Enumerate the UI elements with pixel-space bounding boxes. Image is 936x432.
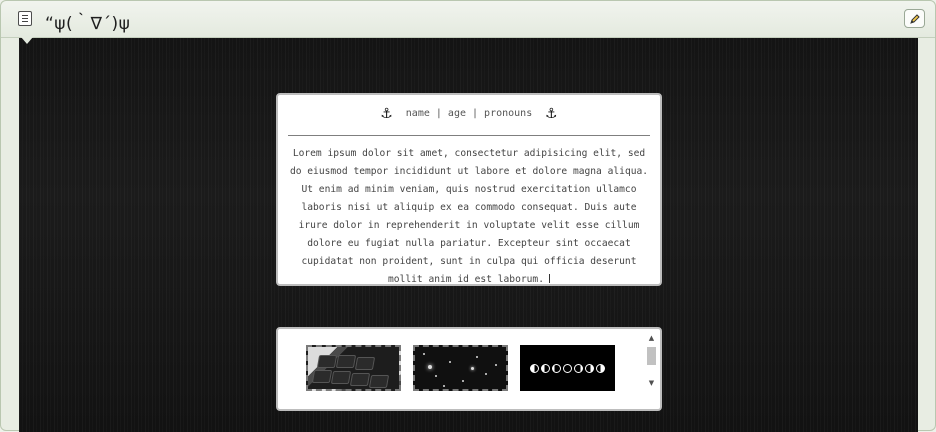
scroll-down-icon[interactable]: ▼: [645, 378, 658, 388]
edit-button[interactable]: [904, 9, 925, 28]
gallery-scrollbar[interactable]: ▲ ▼: [645, 333, 658, 390]
anchor-icon: ⚓: [381, 103, 392, 123]
starry-sky-thumbnail[interactable]: [413, 345, 508, 391]
card-divider: [288, 135, 650, 136]
text-cursor: [548, 274, 550, 283]
header-pointer: [21, 37, 33, 44]
keyboard-thumbnail[interactable]: [306, 345, 401, 391]
scroll-up-icon[interactable]: ▲: [645, 333, 658, 343]
profile-info-card: ⚓ name | age | pronouns ⚓ Lorem ipsum do…: [276, 93, 662, 286]
profile-window: “ψ(｀∇´)ψ ⚓ name | age | pronouns ⚓ Lorem…: [0, 0, 936, 432]
scroll-thumb[interactable]: [647, 347, 656, 365]
image-gallery-card: ▲ ▼: [276, 327, 662, 411]
lorem-ipsum-text: Lorem ipsum dolor sit amet, consectetur …: [289, 148, 649, 285]
card-body: Lorem ipsum dolor sit amet, consectetur …: [287, 145, 651, 289]
anchor-icon: ⚓: [546, 103, 557, 123]
profile-content-area: ⚓ name | age | pronouns ⚓ Lorem ipsum do…: [19, 38, 918, 432]
card-heading: ⚓ name | age | pronouns ⚓: [278, 105, 660, 122]
pencil-icon: [909, 13, 920, 24]
profile-header: “ψ(｀∇´)ψ: [1, 1, 935, 38]
name-age-pronouns-text: name | age | pronouns: [405, 108, 533, 119]
moon-phases-thumbnail[interactable]: [520, 345, 615, 391]
profile-title: “ψ(｀∇´)ψ: [45, 14, 131, 34]
page-icon: [18, 11, 32, 26]
